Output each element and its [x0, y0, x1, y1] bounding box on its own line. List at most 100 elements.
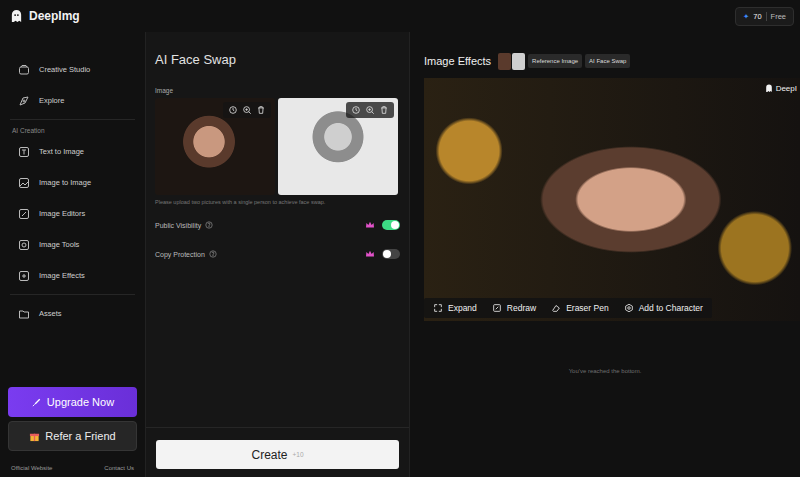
- editor-icon: [18, 208, 30, 220]
- credit-divider: [766, 12, 767, 21]
- result-title: Image Effects: [424, 55, 491, 67]
- create-button[interactable]: Create +10: [156, 440, 399, 469]
- watermark-text: DeepI: [776, 84, 797, 93]
- history-icon[interactable]: [228, 105, 238, 115]
- toolbar-label: Redraw: [507, 303, 536, 313]
- rocket-icon: [31, 397, 42, 408]
- credit-count: 70: [753, 12, 761, 21]
- toolbar-label: Expand: [448, 303, 477, 313]
- logo[interactable]: DeepImg: [10, 9, 80, 24]
- image-toolbar: Expand Redraw Eraser Pen Add to Characte…: [424, 298, 712, 318]
- explore-icon: [18, 95, 30, 107]
- sidebar-item-label: Image to Image: [39, 178, 91, 187]
- sidebar-divider: [10, 294, 135, 295]
- ghost-logo-icon: [765, 84, 773, 93]
- source-thumbnails: [498, 53, 525, 70]
- image-uploads: [155, 98, 400, 195]
- toolbar-button[interactable]: Add to Character: [624, 303, 703, 313]
- sidebar-item[interactable]: Image Tools: [8, 229, 137, 260]
- source-thumbnail: [512, 53, 525, 70]
- sidebar-item[interactable]: Image Editors: [8, 198, 137, 229]
- toggle-row: Copy Protection: [155, 245, 400, 263]
- sidebar-footer: Official Website Contact Us: [8, 455, 137, 471]
- photo-tools: [346, 102, 394, 118]
- crown-icon: [365, 221, 375, 229]
- sidebar: Creative Studio Explore AI Creation Text…: [0, 32, 145, 477]
- assets-icon: [18, 308, 30, 320]
- refer-button[interactable]: Refer a Friend: [8, 421, 137, 451]
- credits-badge[interactable]: ✦ 70 Free: [735, 7, 794, 26]
- effects-icon: [18, 270, 30, 282]
- result-tag: Reference Image: [528, 54, 582, 68]
- t2i-icon: [18, 146, 30, 158]
- sidebar-item-label: Image Effects: [39, 271, 85, 280]
- face-swap-form: AI Face Swap Image Please upload two pic…: [146, 32, 409, 427]
- sidebar-bottom: Upgrade Now Refer a Friend Official Webs…: [8, 387, 137, 471]
- upgrade-button[interactable]: Upgrade Now: [8, 387, 137, 417]
- toggle-switch[interactable]: [382, 249, 400, 259]
- top-bar: DeepImg ✦ 70 Free: [0, 0, 800, 32]
- sidebar-item-label: Assets: [39, 309, 62, 318]
- expand-icon: [433, 303, 443, 313]
- zoom-icon[interactable]: [365, 105, 375, 115]
- create-label: Create: [251, 448, 287, 462]
- crown-icon: [365, 250, 375, 258]
- help-icon[interactable]: [205, 221, 213, 229]
- sidebar-item[interactable]: Image Effects: [8, 260, 137, 291]
- watermark: DeepI: [765, 84, 797, 93]
- source-thumbnail: [498, 53, 511, 70]
- uploaded-photo[interactable]: [278, 98, 398, 195]
- history-icon[interactable]: [351, 105, 361, 115]
- refer-label: Refer a Friend: [45, 430, 115, 442]
- zoom-icon[interactable]: [242, 105, 252, 115]
- toggle-knob: [391, 221, 399, 229]
- toolbar-button[interactable]: Expand: [433, 303, 477, 313]
- sidebar-item-label: Image Editors: [39, 209, 85, 218]
- toggle-label: Copy Protection: [155, 250, 217, 258]
- trash-icon[interactable]: [256, 105, 266, 115]
- sidebar-item[interactable]: Text to Image: [8, 136, 137, 167]
- result-tag: AI Face Swap: [585, 54, 630, 68]
- sidebar-item[interactable]: Image to Image: [8, 167, 137, 198]
- toggle-knob: [383, 250, 391, 258]
- footer-link[interactable]: Contact Us: [104, 465, 134, 471]
- i2i-icon: [18, 177, 30, 189]
- sidebar-section-label: AI Creation: [8, 123, 137, 136]
- image-label: Image: [155, 87, 400, 94]
- character-icon: [624, 303, 634, 313]
- sidebar-item-label: Explore: [39, 96, 64, 105]
- result-panel: Image Effects Reference ImageAI Face Swa…: [410, 32, 800, 477]
- toggle-control: [365, 249, 400, 259]
- toggle-label: Public Visibility: [155, 221, 213, 229]
- toggle-switch[interactable]: [382, 220, 400, 230]
- sidebar-item-label: Text to Image: [39, 147, 84, 156]
- app-name: DeepImg: [29, 9, 80, 23]
- toolbar-label: Add to Character: [639, 303, 703, 313]
- sidebar-item[interactable]: Assets: [8, 298, 137, 329]
- toggle-row: Public Visibility: [155, 216, 400, 234]
- trash-icon[interactable]: [379, 105, 389, 115]
- panel-title: AI Face Swap: [155, 52, 400, 67]
- credit-icon: ✦: [743, 12, 749, 21]
- toolbar-label: Eraser Pen: [566, 303, 609, 313]
- studio-icon: [18, 64, 30, 76]
- footer-link[interactable]: Official Website: [11, 465, 52, 471]
- sidebar-item[interactable]: Explore: [8, 85, 137, 116]
- result-photo[interactable]: DeepI Expand Redraw Eraser Pen Add to Ch…: [424, 78, 800, 321]
- help-icon[interactable]: [209, 250, 217, 258]
- sidebar-item-label: Creative Studio: [39, 65, 90, 74]
- upload-hint: Please upload two pictures with a single…: [155, 199, 400, 205]
- face-swap-panel: AI Face Swap Image Please upload two pic…: [145, 32, 410, 477]
- sidebar-item-label: Image Tools: [39, 240, 79, 249]
- photo-tools: [223, 102, 271, 118]
- tools-icon: [18, 239, 30, 251]
- main-area: Creative Studio Explore AI Creation Text…: [0, 32, 800, 477]
- create-bar: Create +10: [146, 427, 409, 477]
- uploaded-photo[interactable]: [155, 98, 275, 195]
- toolbar-button[interactable]: Redraw: [492, 303, 536, 313]
- toolbar-button[interactable]: Eraser Pen: [551, 303, 609, 313]
- ghost-logo-icon: [10, 9, 23, 24]
- app-window: DeepImg ✦ 70 Free Creative Studio Explor…: [0, 0, 800, 477]
- end-of-list-note: You've reached the bottom.: [424, 368, 800, 374]
- sidebar-item[interactable]: Creative Studio: [8, 54, 137, 85]
